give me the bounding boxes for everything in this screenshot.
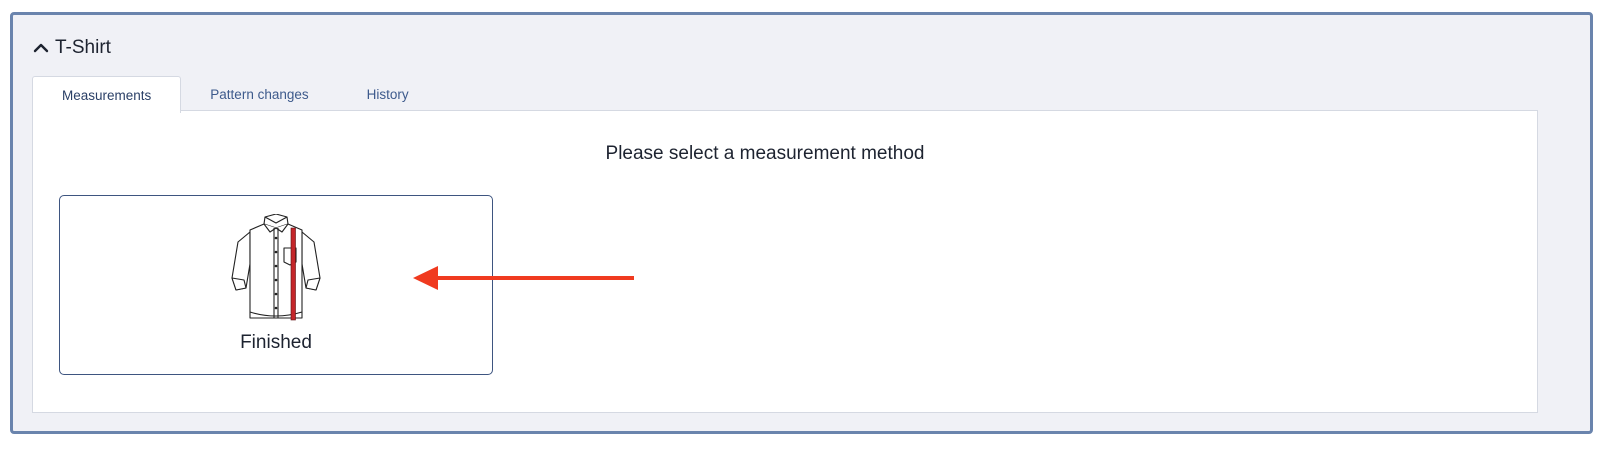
- tab-bar: Measurements Pattern changes History: [32, 75, 438, 113]
- tab-measurements[interactable]: Measurements: [32, 76, 182, 113]
- panel-title: T-Shirt: [55, 37, 111, 58]
- tab-history[interactable]: History: [338, 77, 438, 112]
- method-label-finished: Finished: [240, 332, 312, 353]
- measurement-method-heading: Please select a measurement method: [605, 143, 925, 164]
- tab-content: Please select a measurement method Finis…: [32, 110, 1538, 413]
- chevron-up-icon[interactable]: [33, 40, 49, 56]
- shirt-measurement-icon: [231, 214, 321, 321]
- pointer-arrow: [413, 266, 634, 290]
- panel-header[interactable]: T-Shirt: [33, 37, 111, 59]
- garment-panel: T-Shirt Measurements Pattern changes His…: [10, 12, 1593, 434]
- tab-pattern-changes[interactable]: Pattern changes: [181, 77, 337, 112]
